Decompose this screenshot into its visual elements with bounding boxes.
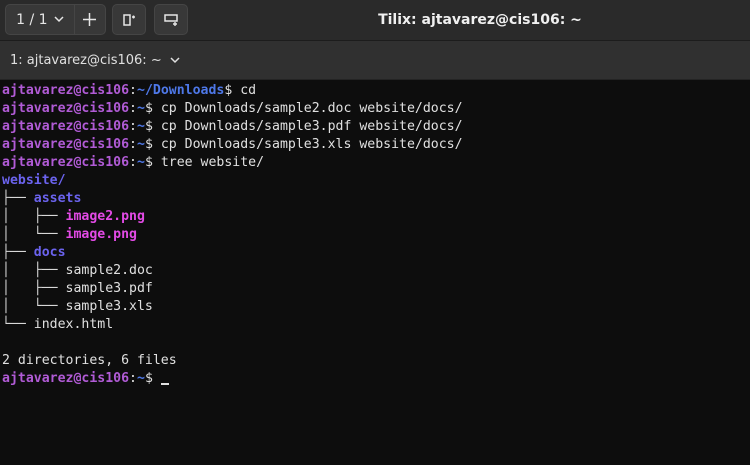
tree-line: │ └── sample3.xls — [2, 299, 153, 314]
dir-docs: docs — [33, 245, 66, 260]
file-sample3-xls: sample3.xls — [65, 299, 153, 314]
tree-line: │ ├── sample2.doc — [2, 263, 153, 278]
file-image: image.png — [65, 227, 137, 242]
split-down-icon — [164, 13, 178, 26]
terminal-line: ajtavarez@cis106:~$ cp Downloads/sample3… — [2, 137, 463, 152]
prompt-user: ajtavarez@cis106 — [2, 83, 130, 98]
summary-text: 2 directories, 6 files — [2, 353, 177, 368]
dir-assets: assets — [33, 191, 82, 206]
chevron-down-icon[interactable] — [170, 56, 180, 64]
prompt-path: ~ — [137, 155, 145, 170]
cursor — [160, 383, 169, 385]
terminal-tab[interactable]: 1: ajtavarez@cis106: ~ — [10, 41, 180, 79]
file-sample2-doc: sample2.doc — [65, 263, 153, 278]
session-selector[interactable]: 1 / 1 — [6, 5, 75, 34]
tree-line: │ ├── image2.png — [2, 209, 145, 224]
tree-line: ├── assets — [2, 191, 82, 206]
command-text: cd — [232, 83, 257, 98]
tree-line: │ ├── sample3.pdf — [2, 281, 153, 296]
plus-icon — [83, 13, 97, 26]
file-index-html: index.html — [33, 317, 114, 332]
terminal-line: ajtavarez@cis106:~$ — [0, 370, 750, 388]
split-right-icon — [123, 13, 135, 26]
prompt-path: ~ — [137, 137, 145, 152]
prompt-user: ajtavarez@cis106 — [2, 119, 130, 134]
tab-bar: 1: ajtavarez@cis106: ~ — [0, 40, 750, 79]
title-bar: 1 / 1 Tilix: ajtavarez@cis106: ~ — [0, 0, 750, 40]
prompt-user: ajtavarez@cis106 — [2, 101, 130, 116]
terminal-tab-label: 1: ajtavarez@cis106: ~ — [10, 52, 162, 68]
prompt-path: ~ — [137, 371, 145, 386]
tree-line: ├── docs — [2, 245, 66, 260]
add-terminal-down-button[interactable] — [154, 4, 188, 35]
dir-website: website/ — [2, 173, 66, 188]
prompt-user: ajtavarez@cis106 — [2, 155, 130, 170]
prompt-user: ajtavarez@cis106 — [2, 137, 130, 152]
tree-line: └── index.html — [2, 317, 114, 332]
terminal-line: ajtavarez@cis106:~/Downloads$ cd — [2, 83, 257, 98]
chevron-down-icon — [54, 16, 64, 23]
tree-line: │ └── image.png — [2, 227, 137, 242]
terminal-line: ajtavarez@cis106:~$ cp Downloads/sample3… — [2, 119, 463, 134]
prompt-path: ~/Downloads — [137, 83, 225, 98]
terminal-line: ajtavarez@cis106:~$ tree website/ — [2, 155, 265, 170]
file-sample3-pdf: sample3.pdf — [65, 281, 153, 296]
window-title: Tilix: ajtavarez@cis106: ~ — [378, 12, 582, 28]
prompt-path: ~ — [137, 101, 145, 116]
command-text: cp Downloads/sample3.pdf website/docs/ — [152, 119, 463, 134]
session-count: 1 / 1 — [16, 11, 48, 28]
prompt-user: ajtavarez@cis106 — [2, 371, 130, 386]
file-image2: image2.png — [65, 209, 145, 224]
prompt-path: ~ — [137, 119, 145, 134]
add-session-button[interactable] — [75, 5, 105, 34]
session-switcher[interactable]: 1 / 1 — [5, 4, 106, 35]
terminal-line: ajtavarez@cis106:~$ cp Downloads/sample2… — [2, 101, 463, 116]
terminal-output[interactable]: ajtavarez@cis106:~/Downloads$ cd ajtavar… — [0, 79, 750, 465]
command-text: cp Downloads/sample2.doc website/docs/ — [152, 101, 463, 116]
tree-summary: 2 directories, 6 files — [0, 352, 750, 370]
add-terminal-right-button[interactable] — [112, 4, 146, 35]
tree-root: website/ — [0, 172, 750, 190]
command-text: tree website/ — [152, 155, 265, 170]
command-text: cp Downloads/sample3.xls website/docs/ — [152, 137, 463, 152]
